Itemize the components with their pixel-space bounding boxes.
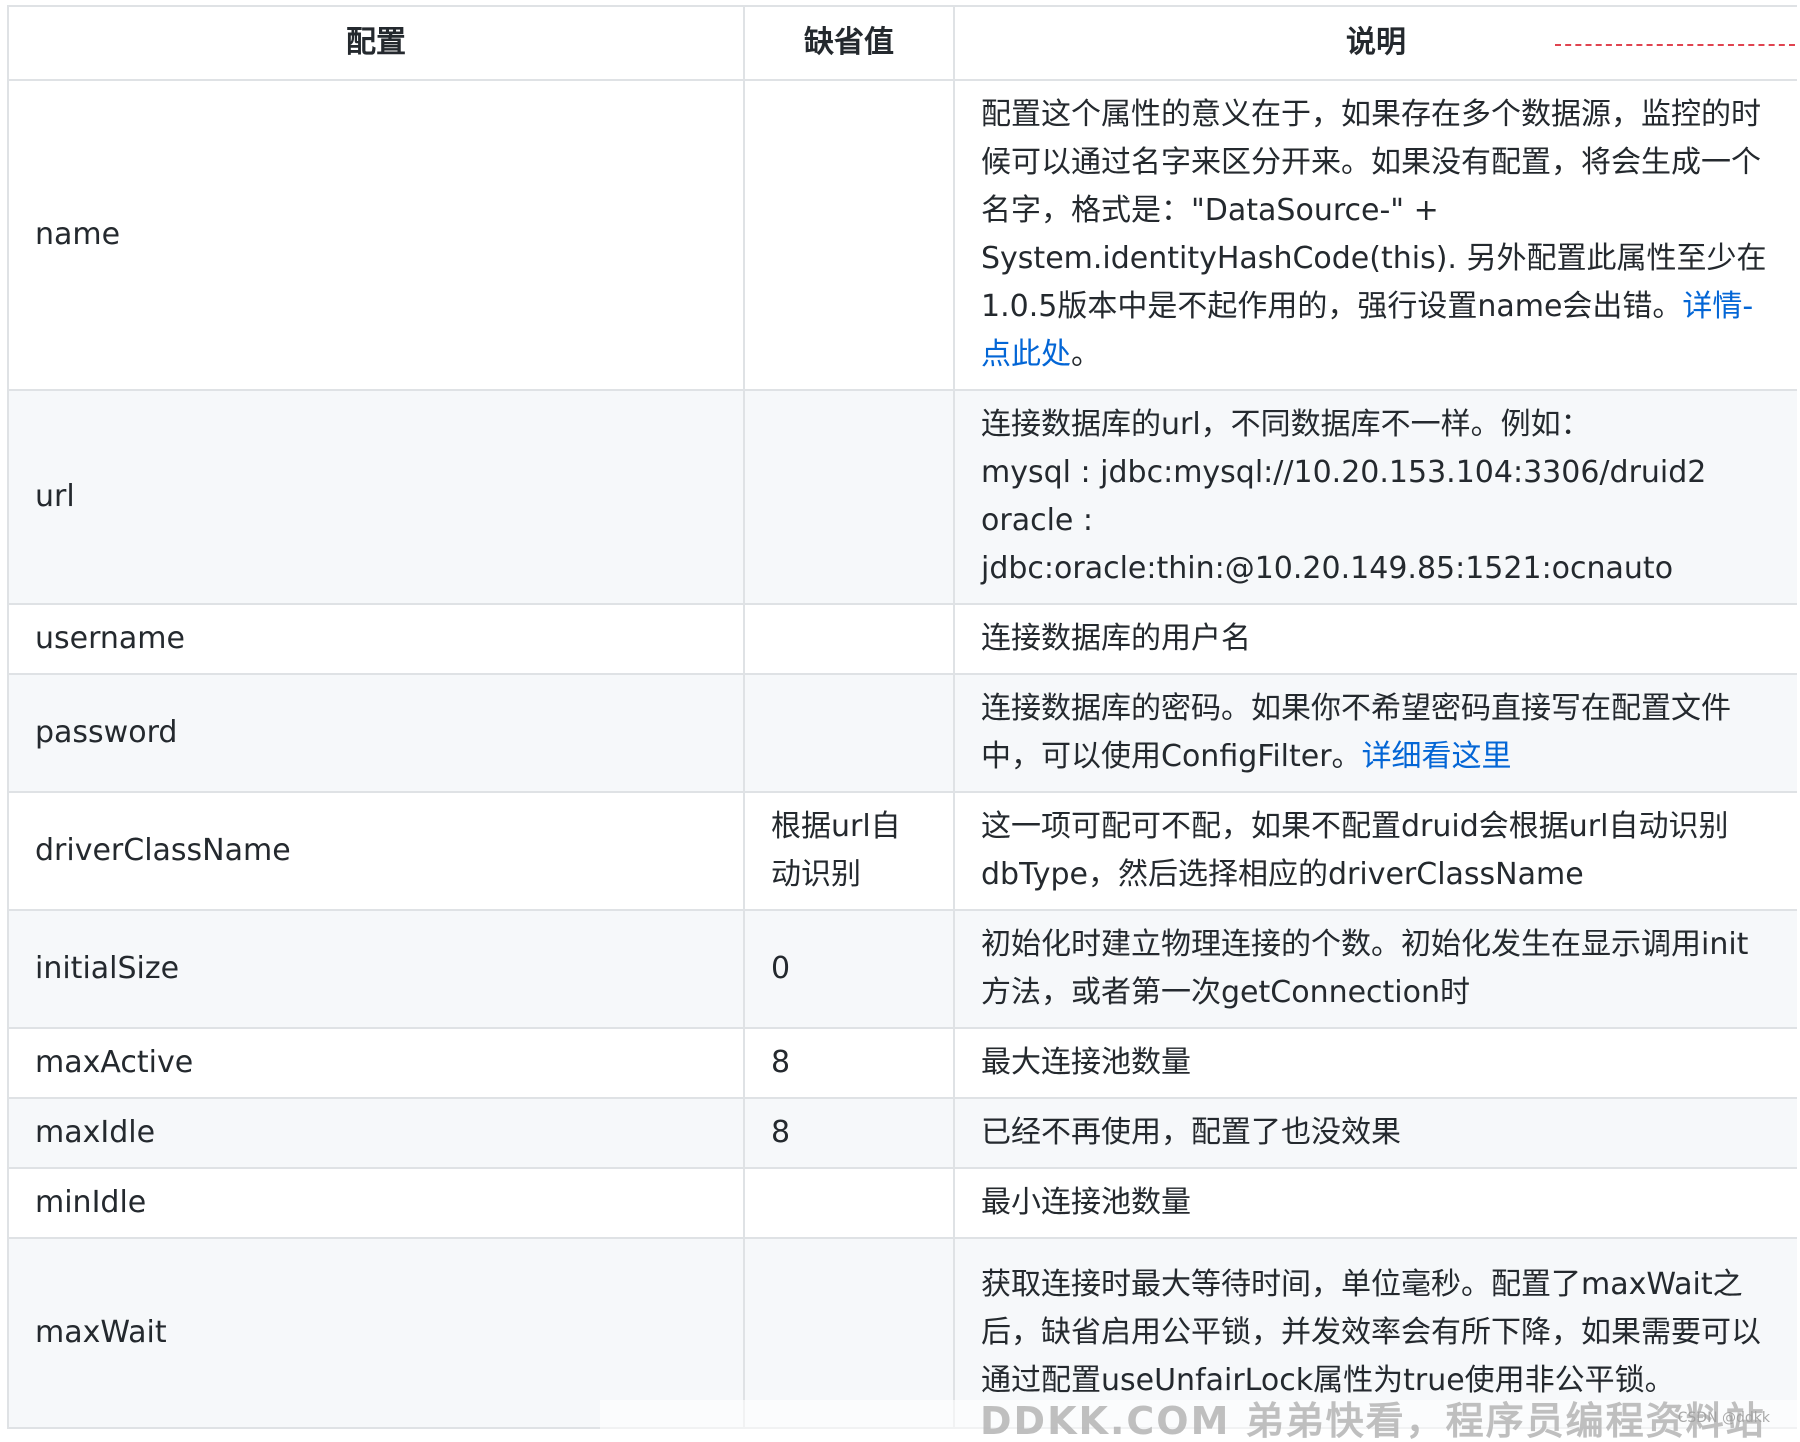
config-default bbox=[743, 79, 955, 391]
config-name: name bbox=[7, 79, 745, 391]
description-line: 连接数据库的url，不同数据库不一样。例如： bbox=[981, 407, 1591, 442]
config-description: 连接数据库的用户名 bbox=[953, 603, 1797, 675]
config-name: minIdle bbox=[7, 1167, 745, 1239]
config-default: 8 bbox=[743, 1027, 955, 1099]
table-row: minIdle 最小连接池数量 bbox=[7, 1167, 1797, 1239]
config-name: initialSize bbox=[7, 909, 745, 1029]
config-default bbox=[743, 389, 955, 605]
config-default: 0 bbox=[743, 909, 955, 1029]
table-row: url 连接数据库的url，不同数据库不一样。例如： mysql : jdbc:… bbox=[7, 389, 1797, 605]
config-description: 连接数据库的url，不同数据库不一样。例如： mysql : jdbc:mysq… bbox=[953, 389, 1797, 605]
config-default bbox=[743, 1167, 955, 1239]
table-row: username 连接数据库的用户名 bbox=[7, 603, 1797, 675]
config-description: 连接数据库的密码。如果你不希望密码直接写在配置文件中，可以使用ConfigFil… bbox=[953, 673, 1797, 793]
description-tail: 。 bbox=[1071, 337, 1101, 372]
table-row: maxActive 8 最大连接池数量 bbox=[7, 1027, 1797, 1099]
header-description: 说明 bbox=[953, 5, 1797, 81]
description-text: 配置这个属性的意义在于，如果存在多个数据源，监控的时候可以通过名字来区分开来。如… bbox=[981, 97, 1767, 324]
config-description: 配置这个属性的意义在于，如果存在多个数据源，监控的时候可以通过名字来区分开来。如… bbox=[953, 79, 1797, 391]
config-default: 根据url自动识别 bbox=[743, 791, 955, 911]
red-dashed-annotation bbox=[1555, 44, 1795, 46]
config-default bbox=[743, 673, 955, 793]
table-row: password 连接数据库的密码。如果你不希望密码直接写在配置文件中，可以使用… bbox=[7, 673, 1797, 793]
config-name: maxActive bbox=[7, 1027, 745, 1099]
header-row: 配置 缺省值 说明 bbox=[7, 5, 1797, 81]
table-row: initialSize 0 初始化时建立物理连接的个数。初始化发生在显示调用in… bbox=[7, 909, 1797, 1029]
config-description: 最大连接池数量 bbox=[953, 1027, 1797, 1099]
details-link[interactable]: 详细看这里 bbox=[1362, 739, 1512, 774]
site-watermark: DDKK.COM 弟弟快看，程序员编程资料站 bbox=[600, 1400, 1800, 1442]
table-row: driverClassName 根据url自动识别 这一项可配可不配，如果不配置… bbox=[7, 791, 1797, 911]
header-config: 配置 bbox=[7, 5, 745, 81]
config-description: 已经不再使用，配置了也没效果 bbox=[953, 1097, 1797, 1169]
description-line: oracle : jdbc:oracle:thin:@10.20.149.85:… bbox=[981, 503, 1674, 586]
description-text: 连接数据库的密码。如果你不希望密码直接写在配置文件中，可以使用ConfigFil… bbox=[981, 691, 1731, 774]
config-description: 初始化时建立物理连接的个数。初始化发生在显示调用init方法，或者第一次getC… bbox=[953, 909, 1797, 1029]
config-name: maxIdle bbox=[7, 1097, 745, 1169]
csdn-watermark: CSDN @ddkk bbox=[1677, 1410, 1770, 1426]
config-table-container: 配置 缺省值 说明 name 配置这个属性的意义在于，如果存在多个数据源，监控的… bbox=[7, 5, 1797, 1442]
config-description: 这一项可配可不配，如果不配置druid会根据url自动识别dbType，然后选择… bbox=[953, 791, 1797, 911]
config-default bbox=[743, 603, 955, 675]
config-name: password bbox=[7, 673, 745, 793]
config-description: 最小连接池数量 bbox=[953, 1167, 1797, 1239]
config-default: 8 bbox=[743, 1097, 955, 1169]
table-row: name 配置这个属性的意义在于，如果存在多个数据源，监控的时候可以通过名字来区… bbox=[7, 79, 1797, 391]
config-name: username bbox=[7, 603, 745, 675]
description-line: mysql : jdbc:mysql://10.20.153.104:3306/… bbox=[981, 455, 1707, 490]
header-default: 缺省值 bbox=[743, 5, 955, 81]
table-row: maxIdle 8 已经不再使用，配置了也没效果 bbox=[7, 1097, 1797, 1169]
druid-config-table: 配置 缺省值 说明 name 配置这个属性的意义在于，如果存在多个数据源，监控的… bbox=[7, 5, 1797, 1429]
config-name: url bbox=[7, 389, 745, 605]
config-name: driverClassName bbox=[7, 791, 745, 911]
